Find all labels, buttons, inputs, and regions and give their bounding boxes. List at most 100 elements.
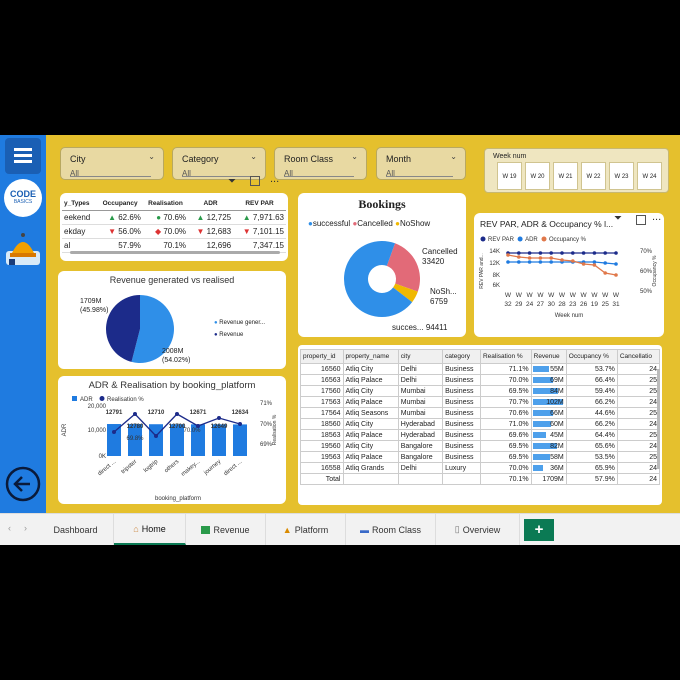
cell-value: 44.6% — [594, 409, 615, 417]
column-header[interactable]: property_id — [300, 349, 344, 364]
filter-icon[interactable]: ⏷ — [614, 213, 622, 224]
line-data-label: 70.0% — [183, 428, 201, 434]
week-button[interactable]: W 23 — [609, 162, 634, 190]
x-tick-label: tripster — [120, 459, 138, 475]
cell-value: Business — [445, 442, 474, 450]
table-row[interactable]: 16558 Atliq Grands Delhi Luxury 70.0% 36M 65.9… — [300, 462, 661, 474]
column-header[interactable]: property_name — [342, 349, 399, 364]
table-row[interactable]: 17563 Atliq Palace Mumbai Business 70.7% 102M… — [300, 396, 661, 408]
tab-overview[interactable]: ▯ Overview — [436, 514, 520, 545]
tab-revenue[interactable]: Revenue — [186, 514, 266, 545]
column-header[interactable]: y_Types — [62, 197, 98, 211]
table-row[interactable]: 19560 Atliq City Bangalore Business 69.5% 82M… — [300, 440, 661, 452]
week-button[interactable]: W 20 — [525, 162, 550, 190]
cell-value: 84M — [550, 387, 564, 395]
table-scrollbar[interactable] — [657, 369, 660, 469]
table-row[interactable]: 17560 Atliq City Mumbai Business 69.5% 84M 59.… — [300, 385, 661, 397]
table-row[interactable]: 18563 Atliq Palace Hyderabad Business 69.6% 4… — [300, 429, 661, 441]
cell-value: 70.0% — [163, 227, 187, 236]
focus-mode-icon[interactable] — [636, 215, 646, 225]
y-axis-label: Realisation % — [272, 414, 278, 445]
cell-value: 59.4% — [594, 387, 615, 395]
legend-marker — [541, 236, 547, 242]
revpar-line-point — [560, 251, 564, 255]
tab-dashboard[interactable]: Dashboard — [38, 514, 114, 545]
filter-icon[interactable]: ⏷ — [228, 176, 236, 187]
revpar-line-point — [592, 251, 597, 255]
tab-platform[interactable]: ▲ Platform — [266, 514, 346, 545]
column-header[interactable]: Cancellatio — [616, 349, 661, 364]
column-header[interactable]: category — [442, 349, 481, 364]
line-data-label: 69.8% — [126, 436, 144, 442]
total-row[interactable]: Total 70.1% 1709M 57.9% 24 — [300, 473, 661, 485]
table-row[interactable]: ekday ▼ 56.0% ◆ 70.0% ▼ 12,683 ▼ 7,101.15 — [62, 224, 286, 239]
column-header[interactable]: Realisation — [142, 197, 189, 211]
legend-label: REV PAR — [488, 237, 515, 243]
week-button[interactable]: W 21 — [553, 162, 578, 190]
next-page-icon[interactable]: › — [24, 523, 27, 533]
column-header[interactable]: city — [397, 349, 444, 364]
menu-button[interactable] — [5, 138, 41, 174]
revpar-line-point — [603, 251, 607, 255]
down-arrow-icon: ▼ — [196, 227, 207, 236]
pie-label-right: 2008M (54.02%) — [162, 347, 190, 365]
focus-mode-icon[interactable] — [250, 176, 260, 186]
adr-combo-chart: ADR Realisation %20,00010,0000K71%70%69%A… — [62, 396, 278, 502]
column-header[interactable]: Realisation % — [479, 349, 532, 364]
cell-value: Business — [445, 420, 474, 428]
slicer-month-label: Month — [386, 154, 412, 164]
back-button[interactable] — [4, 465, 42, 503]
column-header[interactable]: Occupancy % — [565, 349, 618, 364]
cell-value: Delhi — [400, 464, 417, 472]
slicer-month[interactable]: Month ⌄ All — [376, 147, 466, 180]
occupancy-line-point — [592, 263, 597, 267]
tab-room-class[interactable]: ▬ Room Class — [346, 514, 436, 545]
cell-value: 25 — [649, 453, 657, 461]
logo-line2: BASICS — [13, 199, 33, 205]
bell-button[interactable] — [4, 227, 42, 267]
more-options-icon[interactable]: ... — [652, 211, 661, 223]
column-header[interactable]: Revenue — [530, 349, 567, 364]
column-header[interactable]: ADR — [188, 197, 234, 211]
slicer-room-class[interactable]: Room Class ⌄ All — [274, 147, 367, 180]
revpar-line-point — [549, 251, 553, 255]
more-options-icon[interactable]: ... — [270, 173, 279, 185]
slicer-room-class-label: Room Class — [284, 154, 334, 164]
slicer-city[interactable]: City ⌄ All — [60, 147, 164, 180]
cell-value: 55M — [550, 365, 564, 373]
table-scrollbar[interactable] — [70, 251, 280, 254]
cell-value: Atliq Palace — [345, 376, 383, 384]
codebasics-logo: CODE BASICS — [4, 179, 42, 217]
add-page-button[interactable]: + — [524, 519, 554, 541]
cell-value: 12,696 — [206, 241, 232, 250]
occupancy-line-point — [527, 256, 532, 260]
revenue-icon — [201, 525, 211, 534]
cell-value: 70.1% — [163, 241, 187, 250]
table-row[interactable]: eekend ▲ 62.6% ● 70.6% ▲ 12,725 ▲ 7,971.63 — [62, 210, 286, 225]
cell-value: Business — [445, 376, 474, 384]
report-screen: CODE BASICS City ⌄ All Category ⌄ All Ro… — [0, 135, 680, 545]
x-tick-label: 24 — [526, 301, 534, 308]
prev-page-icon[interactable]: ‹ — [8, 523, 11, 533]
week-button[interactable]: W 19 — [497, 162, 522, 190]
column-header[interactable]: REV PAR — [233, 197, 286, 211]
occupancy-line-point — [549, 256, 553, 260]
week-button[interactable]: W 24 — [637, 162, 662, 190]
realisation-point — [112, 430, 116, 434]
y-tick-label: 12K — [489, 261, 500, 267]
pie-label-left: 1709M (45.98%) — [80, 297, 108, 315]
table-row[interactable]: 17564 Atliq Seasons Mumbai Business 70.6% 66M… — [300, 407, 661, 419]
column-header[interactable]: Occupancy — [97, 197, 143, 211]
x-tick-label: W — [591, 292, 598, 299]
week-button[interactable]: W 22 — [581, 162, 606, 190]
cell-value: 17564 — [321, 409, 341, 417]
tab-home[interactable]: ⌂ Home — [114, 514, 186, 545]
legend-label: ADR — [80, 397, 93, 403]
cell-value: 71.1% — [508, 365, 529, 373]
table-row[interactable]: 19563 Atliq Palace Bangalore Business 69.5% 5… — [300, 451, 661, 463]
y-tick-label: 20,000 — [88, 404, 107, 410]
table-row[interactable]: 16563 Atliq Palace Delhi Business 70.0% 69M 66… — [300, 374, 661, 386]
table-row[interactable]: 18560 Atliq City Hyderabad Business 71.0% 60M… — [300, 418, 661, 430]
cell-value: 17560 — [321, 387, 341, 395]
table-row[interactable]: 16560 Atliq City Delhi Business 71.1% 55M 53.7… — [300, 363, 661, 375]
